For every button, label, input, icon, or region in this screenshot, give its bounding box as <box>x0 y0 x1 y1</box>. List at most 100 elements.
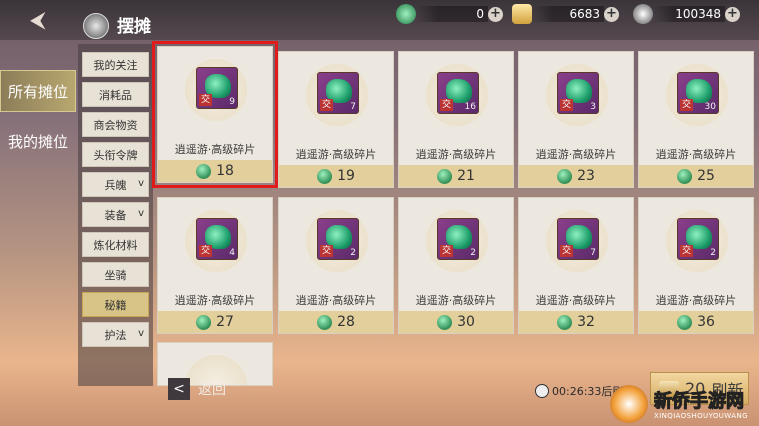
trade-tag: 交 <box>199 245 212 257</box>
category-item[interactable]: 护法 v <box>82 322 149 347</box>
jade-coin-icon <box>557 168 573 184</box>
stall-tabs: 所有摊位 我的摊位 <box>0 45 78 385</box>
skill-fragment-icon: 交2 <box>317 218 359 260</box>
watermark-sub: XINQIAOSHOUYOUWANG <box>654 412 748 420</box>
skill-fragment-icon: 交 30 <box>677 72 719 114</box>
category-label: 兵魄 <box>104 178 127 192</box>
top-bar: ⮜ 摆摊 0 + 6683 + 100348 + <box>0 0 759 40</box>
item-price: 25 <box>639 165 753 187</box>
category-item[interactable]: 坐骑 <box>82 262 149 287</box>
item-name: 逍遥游·高级碎片 <box>295 294 377 307</box>
skill-fragment-icon: 交2 <box>437 218 479 260</box>
item-name: 逍遥游·高级碎片 <box>174 294 256 307</box>
category-label: 我的关注 <box>93 58 138 72</box>
jade-coin-icon <box>196 163 212 179</box>
item-card[interactable]: 交 16 逍遥游·高级碎片 21 <box>398 51 514 188</box>
clock-icon <box>535 384 549 398</box>
skill-fragment-icon: 交 16 <box>437 72 479 114</box>
item-card[interactable]: 交 30 逍遥游·高级碎片 25 <box>638 51 754 188</box>
category-item[interactable]: 炼化材料 <box>82 232 149 257</box>
chevron-down-icon: v <box>138 208 144 219</box>
item-count: 7 <box>590 248 596 258</box>
back-icon: < <box>168 378 190 400</box>
item-price: 30 <box>399 311 513 333</box>
item-card[interactable]: 交 4 逍遥游·高级碎片 27 <box>157 197 273 334</box>
item-price: 18 <box>158 160 272 182</box>
item-name: 逍遥游·高级碎片 <box>295 148 377 161</box>
jade-coin-icon <box>677 314 693 330</box>
watermark: 新侨手游网 XINQIAOSHOUYOUWANG <box>610 385 755 425</box>
page-title: 摆摊 <box>117 17 151 37</box>
price-value: 36 <box>697 314 715 330</box>
price-value: 25 <box>697 168 715 184</box>
jade-coin-icon <box>437 168 453 184</box>
item-name: 逍遥游·高级碎片 <box>655 148 737 161</box>
item-card[interactable]: 交2 逍遥游·高级碎片 36 <box>638 197 754 334</box>
stall-logo-icon <box>83 13 109 39</box>
back-button[interactable]: < 返回 <box>168 378 226 400</box>
category-item[interactable]: 兵魄 v <box>82 172 149 197</box>
trade-tag: 交 <box>440 99 453 111</box>
category-item[interactable]: 装备 v <box>82 202 149 227</box>
item-count: 30 <box>704 102 716 112</box>
category-item[interactable]: 商会物资 <box>82 112 149 137</box>
category-label: 坐骑 <box>104 268 127 282</box>
category-label: 护法 <box>104 328 127 342</box>
watermark-brand: 新侨手游网 <box>654 391 745 413</box>
jade-coin-icon <box>437 314 453 330</box>
chevron-down-icon: v <box>138 328 144 339</box>
timer-value: 00:26:33 <box>552 384 602 398</box>
category-item[interactable]: 我的关注 <box>82 52 149 77</box>
category-label: 头衔令牌 <box>93 148 138 162</box>
price-value: 23 <box>577 168 595 184</box>
jade-currency-icon <box>396 4 416 24</box>
currency-silver: 100348 + <box>633 4 740 24</box>
item-count: 7 <box>350 102 356 112</box>
category-item[interactable]: 消耗品 <box>82 82 149 107</box>
item-card[interactable]: 交 3 逍遥游·高级碎片 23 <box>518 51 634 188</box>
category-label: 装备 <box>104 208 127 222</box>
item-count: 4 <box>229 248 235 258</box>
item-name: 逍遥游·高级碎片 <box>535 148 617 161</box>
item-card[interactable]: 交9 逍遥游·高级碎片 18 <box>152 41 278 188</box>
tab-all-stalls[interactable]: 所有摊位 <box>0 70 76 112</box>
trade-tag: 交 <box>320 245 333 257</box>
item-count: 16 <box>464 102 476 112</box>
trade-tag: 交 <box>680 99 693 111</box>
category-label: 炼化材料 <box>93 238 138 252</box>
item-name: 逍遥游·高级碎片 <box>415 294 497 307</box>
price-value: 19 <box>337 168 355 184</box>
item-price: 27 <box>158 311 272 333</box>
item-price: 36 <box>639 311 753 333</box>
item-count: 3 <box>590 102 596 112</box>
add-gold-button[interactable]: + <box>604 6 619 22</box>
back-arrow-icon[interactable]: ⮜ <box>30 10 60 32</box>
skill-fragment-icon: 交7 <box>557 218 599 260</box>
item-card[interactable]: 交7 逍遥游·高级碎片 19 <box>278 51 394 188</box>
price-value: 32 <box>577 314 595 330</box>
item-price: 28 <box>279 311 393 333</box>
item-price: 23 <box>519 165 633 187</box>
trade-tag: 交 <box>680 245 693 257</box>
tab-my-stall[interactable]: 我的摊位 <box>0 121 76 163</box>
item-name: 逍遥游·高级碎片 <box>174 143 256 156</box>
price-value: 27 <box>216 314 234 330</box>
watermark-logo-icon <box>610 385 648 423</box>
category-item-selected[interactable]: 秘籍 <box>82 292 149 317</box>
jade-coin-icon <box>557 314 573 330</box>
add-silver-button[interactable]: + <box>725 6 740 22</box>
item-card[interactable]: 交7 逍遥游·高级碎片 32 <box>518 197 634 334</box>
item-card[interactable]: 交2 逍遥游·高级碎片 30 <box>398 197 514 334</box>
skill-fragment-icon: 交9 <box>196 67 238 109</box>
skill-fragment-icon: 交7 <box>317 72 359 114</box>
back-label: 返回 <box>198 382 226 398</box>
skill-fragment-icon: 交2 <box>677 218 719 260</box>
category-item[interactable]: 头衔令牌 <box>82 142 149 167</box>
add-jade-button[interactable]: + <box>488 6 503 22</box>
trade-tag: 交 <box>440 245 453 257</box>
item-count: 9 <box>229 97 235 107</box>
item-card[interactable]: 交2 逍遥游·高级碎片 28 <box>278 197 394 334</box>
price-value: 28 <box>337 314 355 330</box>
currency-value: 100348 <box>653 6 725 22</box>
trade-tag: 交 <box>560 99 573 111</box>
